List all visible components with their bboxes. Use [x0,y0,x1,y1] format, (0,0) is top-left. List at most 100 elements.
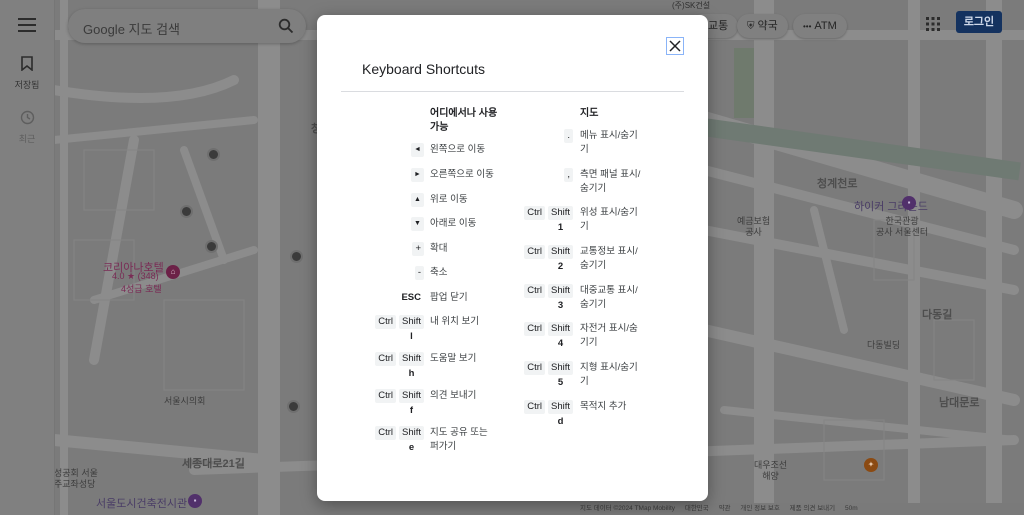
key-cap: f [409,405,414,416]
shortcut-description: 메뉴 표시/숨기 기 [580,130,638,155]
poi-daewoo[interactable]: 대우조선 해양 [754,460,787,482]
ctrl-key: Ctrl [524,206,545,220]
footer-region[interactable]: 대한민국 [685,505,709,512]
ctrl-key: Ctrl [375,426,396,440]
shift-key: Shift [547,400,573,414]
close-button[interactable] [666,37,684,55]
poi-hotel-grade: 4성급 호텔 [121,284,162,294]
dialog-divider [341,91,684,92]
poi-korea-tourism[interactable]: 한국관광 공사 서울센터 [876,216,928,238]
key-cap: l [410,331,413,342]
shortcut-description: 축소 [430,267,448,278]
ctrl-key: Ctrl [524,322,545,336]
pharmacy-icon: ⛨ [747,21,755,32]
chip-pharmacy-label: 약국 [757,20,778,32]
key-cap: ESC [401,292,421,303]
poi-architecture-hall[interactable]: 서울도시건축전시관 [96,495,187,511]
history-icon [20,110,34,125]
anywhere-heading: 어디에서나 사용 가능 [430,108,498,133]
ctrl-key: Ctrl [375,389,396,403]
shortcut-description: 측면 패널 표시/ 숨기기 [580,169,641,194]
ctrl-key: Ctrl [524,400,545,414]
footer-privacy-link[interactable]: 개인 정보 보호 [740,505,780,512]
shortcut-description: 내 위치 보기 [430,316,479,327]
shortcut-description: 왼쪽으로 이동 [430,144,486,155]
key-cap: - [414,266,424,280]
chip-atm[interactable]: ••• ATM [793,14,847,38]
transit-dot[interactable] [205,240,218,253]
shortcut-description: 위로 이동 [430,194,468,205]
chip-atm-label: ATM [814,20,837,32]
map-top-label: (주)SK건설 [672,1,711,10]
key-cap: . [564,129,573,143]
search-icon[interactable] [278,18,294,34]
restaurant-marker-icon[interactable]: ✦ [864,458,878,472]
shift-key: Shift [398,389,424,403]
ctrl-key: Ctrl [375,352,396,366]
shift-key: Shift [398,426,424,440]
footer-scale[interactable]: 50m [845,505,858,512]
poi-yegeum[interactable]: 예금보험 공사 [737,216,770,238]
shortcut-description: 오른쪽으로 이동 [430,169,494,180]
rail-recent-label: 최근 [18,134,36,144]
shortcut-description: 목적지 추가 [580,401,627,412]
ctrl-key: Ctrl [524,245,545,259]
shortcut-description: 의견 보내기 [430,390,477,401]
map-footer: 지도 데이터 ©2024 TMap Mobility 대한민국 약관 개인 정보… [580,503,1024,515]
shortcut-description: 대중교통 표시/ 숨기기 [580,285,638,310]
rail-recent-button[interactable]: 최근 [0,110,54,145]
arrow-key-icon: ► [411,168,424,182]
key-cap: 4 [557,338,564,349]
shift-key: Shift [398,315,424,329]
poi-marker-icon[interactable]: ▪ [902,196,916,210]
close-icon [669,40,681,52]
museum-marker-icon[interactable]: ▪ [188,494,202,508]
transit-dot[interactable] [180,205,193,218]
transit-dot[interactable] [207,148,220,161]
ctrl-key: Ctrl [524,361,545,375]
search-box[interactable]: Google 지도 검색 [68,9,306,43]
footer-feedback-link[interactable]: 제품 의견 보내기 [790,505,835,512]
key-cap: + [412,242,424,256]
apps-grid-icon[interactable] [925,16,941,32]
hotel-marker-icon[interactable]: ⌂ [166,265,180,279]
transit-dot[interactable] [290,250,303,263]
shift-key: Shift [547,245,573,259]
shortcut-description: 지형 표시/숨기 기 [580,362,638,387]
rail-saved-label: 저장됨 [14,80,40,90]
poi-hiker-ground[interactable]: 하이커 그라운드 [854,198,928,214]
key-cap: 1 [557,222,564,233]
poi-seoul-city-council[interactable]: 서울시의회 [164,396,205,407]
poi-dadong-building[interactable]: 다동빌딩 [867,340,900,351]
shortcut-description: 자전거 표시/숨 기기 [580,323,638,348]
search-input[interactable]: Google 지도 검색 [83,19,180,38]
footer-terms-link[interactable]: 약관 [719,505,731,512]
ctrl-key: Ctrl [524,284,545,298]
shortcut-description: 위성 표시/숨기 기 [580,207,638,232]
poi-cathedral[interactable]: 성공회 서울 주교좌성당 [54,468,98,490]
chip-transit-label: 교통 [708,20,729,32]
shift-key: Shift [547,284,573,298]
road-label-sejong: 세종대로21길 [182,458,245,470]
shortcut-description: 지도 공유 또는 퍼가기 [430,427,488,452]
key-cap: , [564,168,573,182]
rail-saved-button[interactable]: 저장됨 [0,56,54,91]
login-button[interactable]: 로그인 [956,11,1002,33]
road-label-dadong: 다동길 [922,309,953,321]
transit-dot[interactable] [287,400,300,413]
atm-icon: ••• [803,22,812,31]
key-cap: d [557,416,564,427]
dialog-title: Keyboard Shortcuts [362,61,485,77]
road-label-cheonggyecheon: 청계천로 [817,178,858,190]
shift-key: Shift [547,322,573,336]
key-cap: h [408,368,415,379]
footer-attribution: 지도 데이터 ©2024 TMap Mobility [580,505,676,512]
key-cap: 5 [557,377,564,388]
shortcut-description: 도움말 보기 [430,353,477,364]
chip-pharmacy[interactable]: ⛨ 약국 [737,14,788,38]
bookmark-icon [21,56,33,72]
shortcut-description: 팝업 닫기 [430,292,468,303]
menu-icon[interactable] [18,18,36,32]
key-cap: 2 [557,261,564,272]
shift-key: Shift [547,361,573,375]
